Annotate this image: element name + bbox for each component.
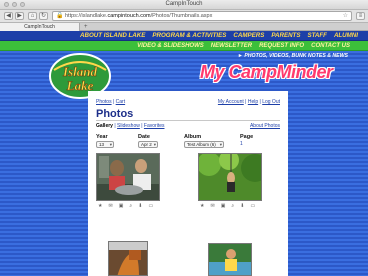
cart-link[interactable]: Cart bbox=[116, 99, 125, 105]
frame-icon[interactable]: ▣ bbox=[221, 203, 226, 209]
frame-icon[interactable]: ▣ bbox=[119, 203, 124, 209]
photo-image bbox=[97, 154, 159, 200]
forward-icon[interactable]: ▶ bbox=[15, 12, 24, 20]
photo-image bbox=[199, 154, 261, 200]
tab-campintouch[interactable]: CampInTouch bbox=[0, 23, 80, 31]
album-select[interactable]: Test Album (6) bbox=[184, 141, 224, 148]
nav-request-info[interactable]: REQUEST INFO bbox=[259, 41, 304, 50]
photo-actions: ★ ✉ ▣ ⌕ ⬇ ▭ bbox=[200, 203, 255, 209]
nav-parents[interactable]: PARENTS bbox=[271, 31, 300, 40]
print-icon[interactable]: ▭ bbox=[148, 203, 153, 209]
help-link[interactable]: Help bbox=[248, 99, 258, 105]
nav-newsletter[interactable]: NEWSLETTER bbox=[211, 41, 252, 50]
photo-actions: ★ ✉ ▣ ⌕ ⬇ ▭ bbox=[98, 203, 153, 209]
browser-toolbar: ◀ ▶ ⌂ ↻ 🔒 https://islandlake.campintouch.… bbox=[0, 10, 368, 23]
email-icon[interactable]: ✉ bbox=[210, 203, 214, 209]
year-label: Year bbox=[96, 134, 108, 140]
zoom-icon[interactable]: ⌕ bbox=[231, 203, 234, 209]
nav-program[interactable]: PROGRAM & ACTIVITIES bbox=[152, 31, 226, 40]
top-links: Photos | Cart My Account | Help | Log Ou… bbox=[96, 99, 280, 107]
photo-thumbnail[interactable] bbox=[108, 241, 148, 276]
lock-icon: 🔒 bbox=[56, 13, 64, 19]
photo-thumbnail[interactable] bbox=[96, 153, 160, 201]
album-label: Album bbox=[184, 134, 202, 140]
svg-text:Island: Island bbox=[62, 64, 97, 79]
tab-strip: CampInTouch + bbox=[0, 23, 368, 31]
print-icon[interactable]: ▭ bbox=[250, 203, 255, 209]
window-title: CampInTouch bbox=[165, 1, 203, 7]
photos-link[interactable]: Photos bbox=[96, 99, 112, 105]
favorite-icon[interactable]: ★ bbox=[200, 203, 204, 209]
photo-image bbox=[109, 242, 147, 275]
url-domain: campintouch.com bbox=[107, 13, 151, 19]
nav-staff[interactable]: STAFF bbox=[307, 31, 326, 40]
about-photos-link[interactable]: About Photos bbox=[250, 123, 280, 129]
slideshow-tab[interactable]: Slideshow bbox=[117, 123, 140, 129]
nav-contact[interactable]: CONTACT US bbox=[311, 41, 350, 50]
back-icon[interactable]: ◀ bbox=[4, 12, 13, 20]
my-account-link[interactable]: My Account bbox=[218, 99, 244, 105]
url-prefix: https://islandlake. bbox=[65, 13, 108, 19]
home-icon[interactable]: ⌂ bbox=[28, 12, 37, 20]
page-title: Photos bbox=[96, 108, 134, 120]
tagline: ► PHOTOS, VIDEOS, BUNK NOTES & NEWS bbox=[237, 53, 348, 59]
photos-panel: Photos | Cart My Account | Help | Log Ou… bbox=[88, 91, 288, 276]
gallery-subnav: Gallery | Slideshow | Favorites bbox=[96, 123, 165, 129]
photo-thumbnail[interactable] bbox=[198, 153, 262, 201]
zoom-icon[interactable]: ⌕ bbox=[129, 203, 132, 209]
photo-image bbox=[209, 244, 251, 275]
window-titlebar: CampInTouch bbox=[0, 0, 368, 10]
url-path: /Photos/Thumbnails.aspx bbox=[150, 13, 213, 19]
divider bbox=[96, 120, 280, 121]
gallery-tab[interactable]: Gallery bbox=[96, 123, 113, 129]
nav-about[interactable]: ABOUT ISLAND LAKE bbox=[80, 31, 145, 40]
brand-title: My CampMinder bbox=[200, 62, 333, 82]
breadcrumb: Photos | Cart bbox=[96, 99, 125, 105]
nav-campers[interactable]: CAMPERS bbox=[233, 31, 264, 40]
new-tab-button[interactable]: + bbox=[84, 23, 88, 31]
primary-nav: ABOUT ISLAND LAKE PROGRAM & ACTIVITIES C… bbox=[0, 31, 368, 41]
menu-icon[interactable]: ≡ bbox=[356, 12, 365, 20]
date-select[interactable]: Apr 2 bbox=[138, 141, 158, 148]
download-icon[interactable]: ⬇ bbox=[240, 203, 244, 209]
photo-thumbnail[interactable] bbox=[208, 243, 252, 276]
account-links: My Account | Help | Log Out bbox=[217, 99, 280, 105]
date-label: Date bbox=[138, 134, 150, 140]
bookmark-star-icon[interactable]: ☆ bbox=[343, 12, 348, 20]
favorites-tab[interactable]: Favorites bbox=[144, 123, 165, 129]
nav-alumni[interactable]: ALUMNI bbox=[334, 31, 358, 40]
reload-icon[interactable]: ↻ bbox=[39, 12, 48, 20]
year-select[interactable]: 13 bbox=[96, 141, 114, 148]
email-icon[interactable]: ✉ bbox=[108, 203, 112, 209]
logout-link[interactable]: Log Out bbox=[262, 99, 280, 105]
site-page: ABOUT ISLAND LAKE PROGRAM & ACTIVITIES C… bbox=[0, 31, 368, 276]
page-label: Page bbox=[240, 134, 254, 140]
url-bar[interactable]: 🔒 https://islandlake.campintouch.com/Phot… bbox=[52, 11, 352, 21]
download-icon[interactable]: ⬇ bbox=[138, 203, 142, 209]
nav-video[interactable]: VIDEO & SLIDESHOWS bbox=[137, 41, 204, 50]
favorite-icon[interactable]: ★ bbox=[98, 203, 102, 209]
page-number[interactable]: 1 bbox=[240, 141, 243, 147]
